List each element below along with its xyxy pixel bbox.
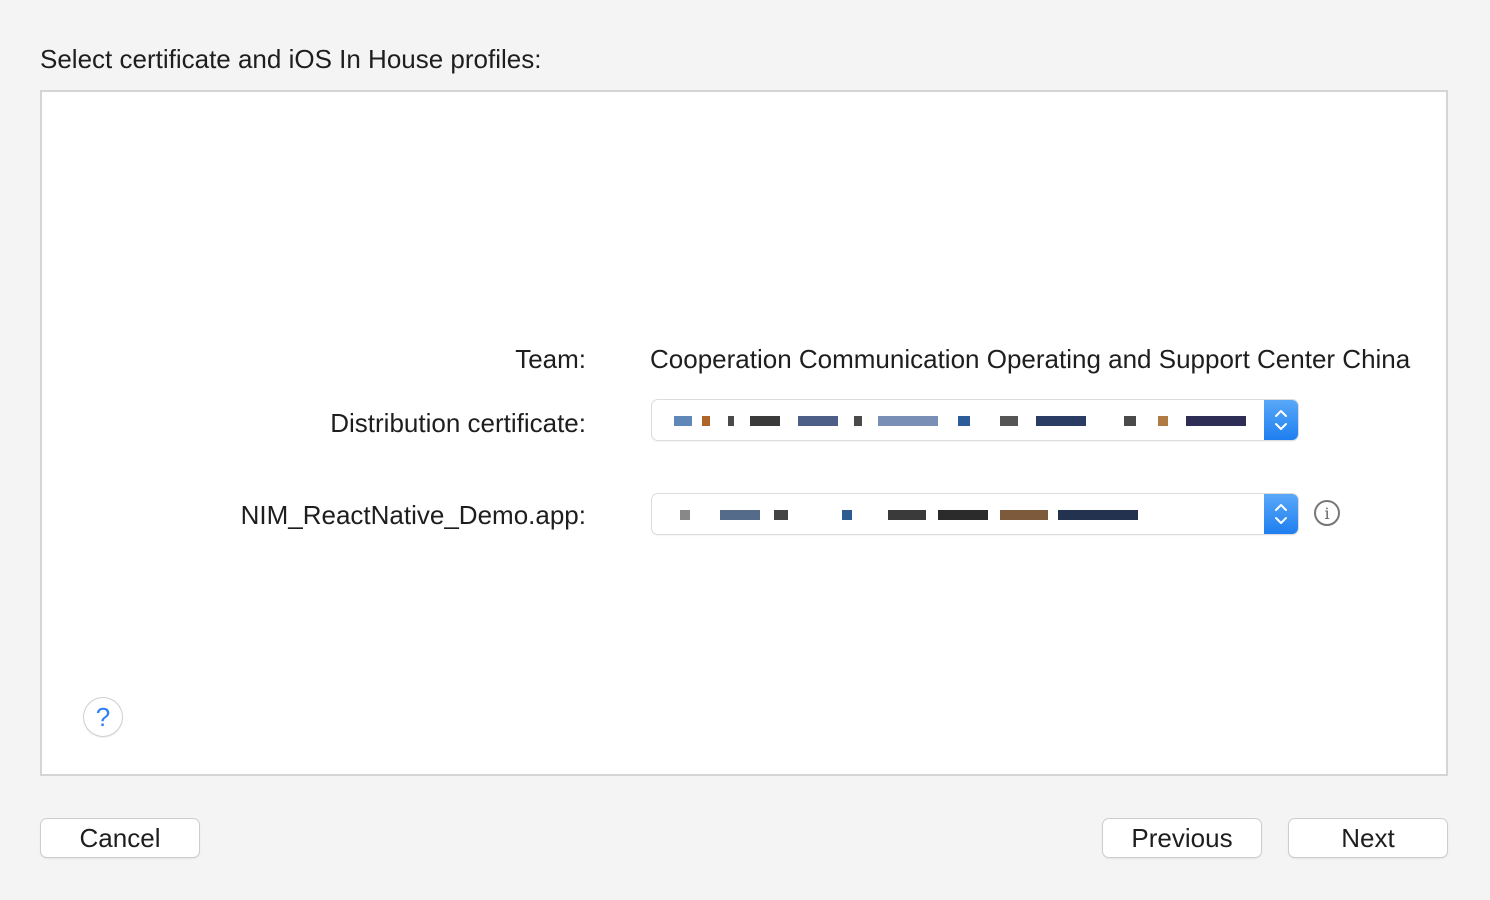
previous-button[interactable]: Previous (1103, 819, 1261, 857)
distribution-certificate-stepper-icon (1264, 400, 1298, 440)
next-button[interactable]: Next (1289, 819, 1447, 857)
team-label: Team: (515, 344, 586, 374)
dialog-heading: Select certificate and iOS In House prof… (40, 44, 542, 74)
team-value: Cooperation Communication Operating and … (650, 344, 1411, 374)
provisioning-profile-popup[interactable] (652, 494, 1298, 534)
provisioning-profile-stepper-icon (1264, 494, 1298, 534)
provisioning-profile-label: NIM_ReactNative_Demo.app: (240, 500, 586, 530)
provisioning-profile-value-redacted (666, 500, 1258, 528)
cancel-button[interactable]: Cancel (41, 819, 199, 857)
distribution-certificate-label: Distribution certificate: (330, 408, 586, 438)
certificate-selection-dialog: Select certificate and iOS In House prof… (0, 0, 1490, 900)
help-button[interactable]: ? (84, 698, 122, 736)
profile-info-icon[interactable]: i (1314, 500, 1340, 526)
distribution-certificate-popup[interactable] (652, 400, 1298, 440)
signing-options-panel: Team: Cooperation Communication Operatin… (40, 90, 1448, 776)
distribution-certificate-value-redacted (666, 406, 1258, 434)
